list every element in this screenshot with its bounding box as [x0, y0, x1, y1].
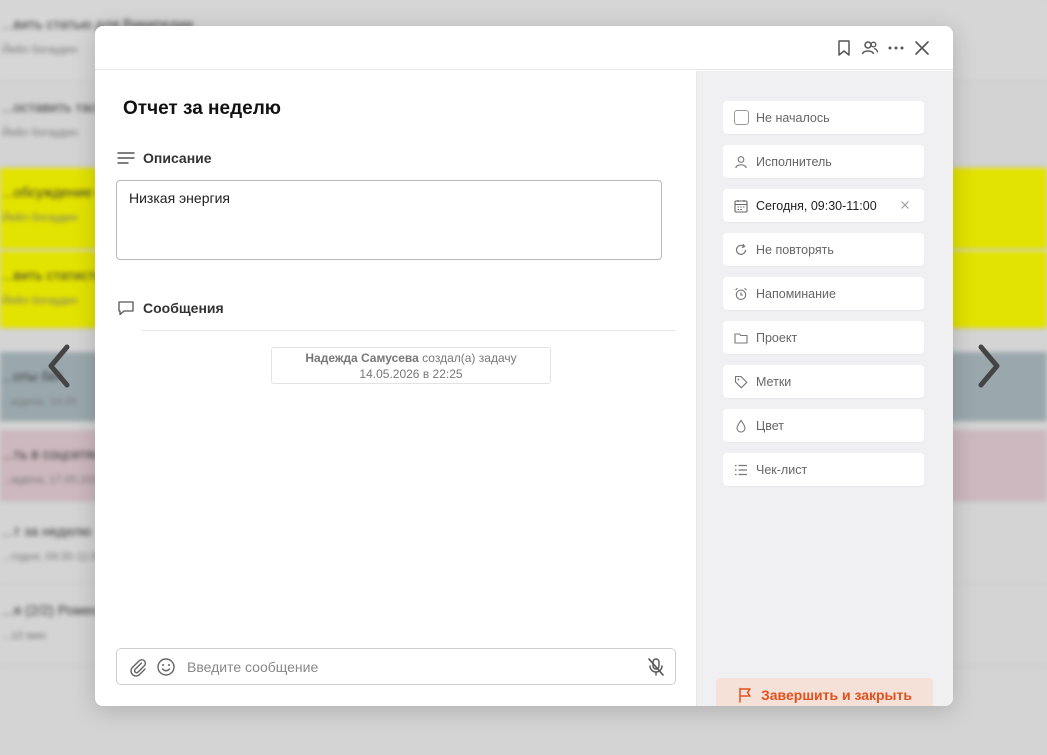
tag-icon — [733, 374, 749, 390]
modal-header — [95, 26, 953, 70]
background-task-subtitle: ...ждена, 17.05.2026 — [2, 474, 105, 486]
history-timestamp: 14.05.2026 в 22:25 — [359, 367, 463, 381]
description-field[interactable]: Низкая энергия — [116, 180, 662, 260]
clear-date-icon[interactable] — [898, 198, 912, 212]
paperclip-icon[interactable] — [127, 656, 149, 678]
task-main-panel: Отчет за неделю Описание Низкая энергия … — [95, 71, 696, 706]
background-task-subtitle: Йейл богаудин — [2, 127, 78, 139]
description-header: Описание — [117, 149, 212, 167]
repeat-label: Не повторять — [756, 242, 834, 257]
task-modal: Отчет за неделю Описание Низкая энергия … — [95, 26, 953, 706]
history-action: создал(а) задачу — [422, 351, 517, 365]
description-label: Описание — [143, 150, 212, 166]
tags-label: Метки — [756, 374, 792, 389]
reminder-label: Напоминание — [756, 286, 836, 301]
calendar-icon — [733, 198, 749, 214]
chevron-left-icon — [48, 344, 70, 388]
message-composer — [116, 648, 676, 685]
next-task-arrow[interactable] — [973, 343, 1003, 389]
repeat-icon — [733, 242, 749, 258]
background-task-title: ...т за неделю — [2, 523, 92, 539]
reminder-property[interactable]: Напоминание — [723, 277, 924, 310]
project-property[interactable]: Проект — [723, 321, 924, 354]
date-label: Сегодня, 09:30-11:00 — [756, 198, 877, 213]
text-lines-icon — [117, 152, 135, 164]
previous-task-arrow[interactable] — [45, 343, 75, 389]
checklist-label: Чек-лист — [756, 462, 808, 477]
project-label: Проект — [756, 330, 798, 345]
color-property[interactable]: Цвет — [723, 409, 924, 442]
status-checkbox[interactable] — [733, 110, 749, 125]
more-icon[interactable] — [887, 37, 905, 59]
assignee-label: Исполнитель — [756, 154, 832, 169]
task-title[interactable]: Отчет за неделю — [123, 98, 281, 120]
assignee-property[interactable]: Исполнитель — [723, 145, 924, 178]
checklist-icon — [733, 462, 749, 478]
background-task-subtitle: Йейл богаудин — [2, 295, 78, 307]
messages-divider — [142, 330, 675, 331]
close-icon[interactable] — [913, 37, 931, 59]
finish-button-label: Завершить и закрыть — [761, 686, 912, 703]
user-icon — [733, 154, 749, 170]
background-task-subtitle: ...ждена, 14.05 — [2, 396, 77, 408]
microphone-muted-icon[interactable] — [645, 656, 667, 678]
status-label: Не началось — [756, 110, 830, 125]
emoji-icon[interactable] — [155, 656, 177, 678]
tags-property[interactable]: Метки — [723, 365, 924, 398]
history-author: Надежда Самусева — [305, 351, 419, 365]
history-entry: Надежда Самусева создал(а) задачу 14.05.… — [271, 347, 551, 384]
background-task-subtitle: ...годня, 09:30-11:00 — [2, 551, 104, 563]
messages-header: Сообщения — [117, 299, 224, 317]
flag-icon — [739, 687, 751, 703]
messages-label: Сообщения — [143, 300, 224, 316]
drop-icon — [733, 418, 749, 434]
background-task-title: ...я (2/2) Ромео — [2, 602, 100, 618]
color-label: Цвет — [756, 418, 785, 433]
alarm-clock-icon — [733, 286, 749, 302]
background-task-subtitle: Йейл богаудин — [2, 44, 78, 56]
background-task-subtitle: ...10 мин — [2, 630, 47, 642]
checklist-property[interactable]: Чек-лист — [723, 453, 924, 486]
status-property[interactable]: Не началось — [723, 101, 924, 134]
date-property[interactable]: Сегодня, 09:30-11:00 — [723, 189, 924, 222]
task-properties-panel: Не началось Исполнитель Сегодня, 09:30-1… — [696, 71, 953, 706]
finish-and-close-button[interactable]: Завершить и закрыть — [716, 678, 933, 706]
bookmark-icon[interactable] — [835, 37, 853, 59]
background-task-subtitle: Йейл богаудин — [2, 212, 78, 224]
comment-icon — [118, 301, 134, 316]
repeat-property[interactable]: Не повторять — [723, 233, 924, 266]
participants-icon[interactable] — [861, 37, 879, 59]
message-input[interactable] — [187, 651, 645, 682]
folder-icon — [733, 330, 749, 346]
background-task-title: ...ть в соцсетях — [2, 446, 101, 462]
chevron-right-icon — [978, 344, 1000, 388]
